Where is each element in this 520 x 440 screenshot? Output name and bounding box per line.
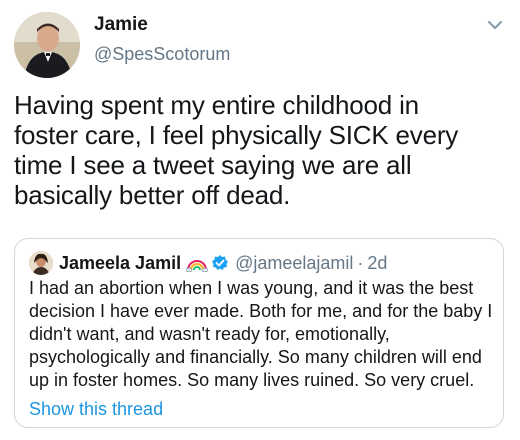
avatar-photo (14, 12, 80, 78)
show-thread-link[interactable]: Show this thread (29, 399, 163, 420)
quoted-tweet-card[interactable]: Jameela Jamil @jameelajamil · 2d I had a… (14, 238, 504, 428)
quoted-avatar-photo (29, 251, 53, 275)
tweet-text: Having spent my entire childhood in fost… (14, 90, 459, 210)
chevron-down-icon[interactable] (484, 14, 506, 36)
quoted-avatar[interactable] (29, 251, 53, 275)
separator-dot: · (357, 253, 364, 273)
user-handle[interactable]: @SpesScotorum (94, 44, 230, 65)
verified-badge-icon (211, 254, 229, 272)
avatar[interactable] (14, 12, 80, 78)
rainbow-icon (185, 255, 209, 273)
quoted-timestamp[interactable]: 2d (367, 252, 387, 274)
tweet: Jamie @SpesScotorum Having spent my enti… (0, 0, 520, 440)
quoted-tweet-text: I had an abortion when I was young, and … (29, 278, 493, 390)
quoted-header: Jameela Jamil @jameelajamil · 2d (59, 252, 387, 274)
quoted-user-handle[interactable]: @jameelajamil (235, 252, 353, 274)
quoted-display-name[interactable]: Jameela Jamil (59, 252, 181, 274)
display-name[interactable]: Jamie (94, 14, 148, 36)
